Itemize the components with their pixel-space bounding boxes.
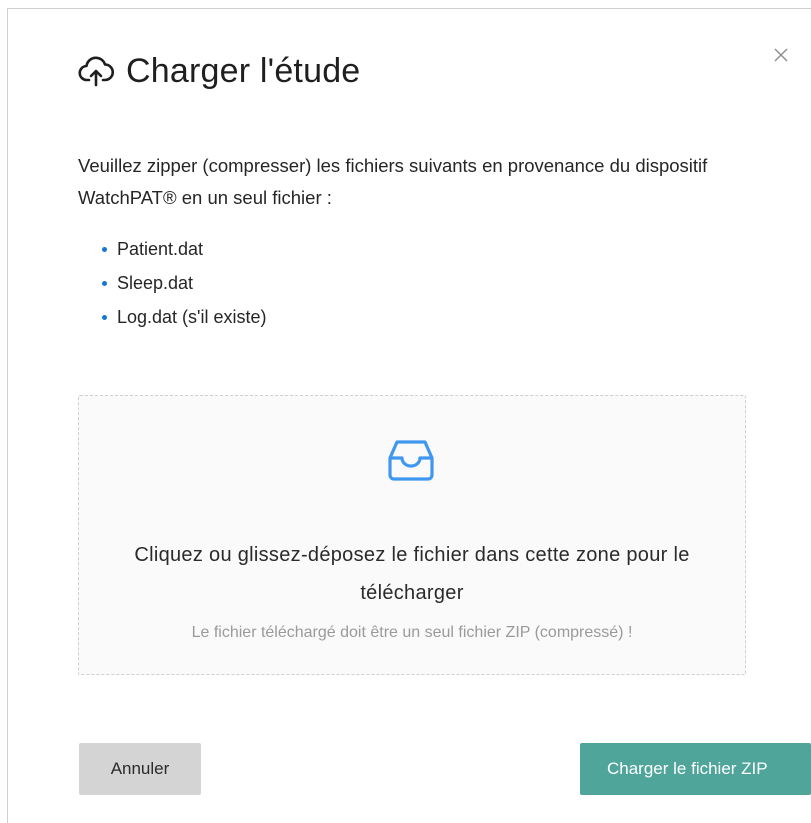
upload-zip-button[interactable]: Charger le fichier ZIP [580,743,811,795]
close-icon[interactable] [773,47,789,63]
dropzone-text: Cliquez ou glissez-déposez le fichier da… [134,544,690,604]
inbox-icon [388,440,434,481]
list-item: Patient.dat [102,232,267,266]
dialog-border-top [7,8,811,9]
required-files-list: Patient.dat Sleep.dat Log.dat (s'il exis… [102,232,267,334]
dropzone-hint: Le fichier téléchargé doit être un seul … [191,624,633,641]
dialog-border-left [7,8,8,823]
upload-study-dialog: Charger l'étude Veuillez zipper (compres… [0,0,811,823]
dialog-header: Charger l'étude [78,52,360,91]
list-item: Sleep.dat [102,266,267,300]
cancel-button[interactable]: Annuler [79,743,201,795]
list-item: Log.dat (s'il existe) [102,300,267,334]
dialog-title: Charger l'étude [126,52,361,90]
file-dropzone[interactable]: Cliquez ou glissez-déposez le fichier da… [78,395,746,675]
cloud-upload-icon [78,54,114,90]
instructions-text: Veuillez zipper (compresser) les fichier… [78,155,708,208]
close-button[interactable] [766,40,796,70]
